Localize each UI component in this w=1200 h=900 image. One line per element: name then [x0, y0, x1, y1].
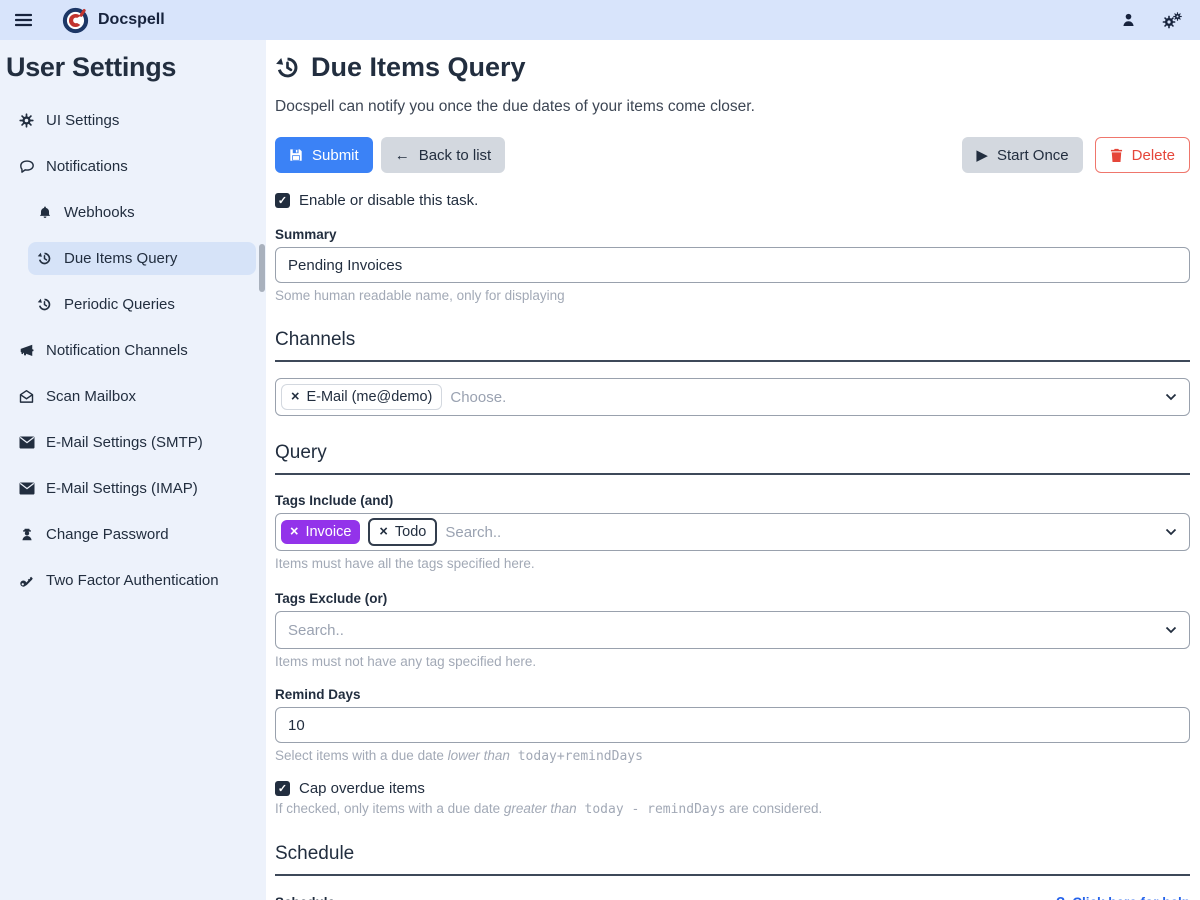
remind-days-input[interactable]	[275, 707, 1190, 743]
envelope-icon	[18, 482, 35, 495]
sidebar-item-ui-settings[interactable]: UI Settings	[10, 104, 256, 137]
tag-chip-todo: × Todo	[368, 518, 437, 547]
bell-icon	[36, 205, 53, 220]
cap-overdue-helper: If checked, only items with a due date g…	[275, 801, 1190, 817]
cap-overdue-row: ✓ Cap overdue items	[275, 780, 1190, 797]
channels-placeholder: Choose.	[450, 389, 506, 406]
tags-include-multiselect[interactable]: × Invoice × Todo Search..	[275, 513, 1190, 551]
brand[interactable]: Docspell	[62, 7, 165, 34]
sidebar-item-notification-channels[interactable]: Notification Channels	[10, 334, 256, 367]
chevron-down-icon[interactable]	[1165, 393, 1177, 401]
history-icon	[36, 251, 53, 266]
summary-group: Summary Some human readable name, only f…	[275, 227, 1190, 303]
enable-task-checkbox[interactable]: ✓	[275, 193, 290, 208]
enable-task-row: ✓ Enable or disable this task.	[275, 192, 1190, 209]
question-icon: ?	[1056, 894, 1065, 900]
sidebar-item-label: E-Mail Settings (IMAP)	[46, 480, 198, 497]
play-icon: ▶	[976, 148, 988, 163]
sidebar-item-label: Notification Channels	[46, 342, 188, 359]
cap-overdue-checkbox[interactable]: ✓	[275, 781, 290, 796]
sidebar-item-label: Periodic Queries	[64, 296, 175, 313]
trash-icon	[1110, 148, 1123, 163]
tags-include-group: Tags Include (and) × Invoice × Todo Sear…	[275, 493, 1190, 571]
main-content: Due Items Query Docspell can notify you …	[266, 40, 1200, 900]
envelope-icon	[18, 436, 35, 449]
delete-button[interactable]: Delete	[1095, 137, 1190, 173]
channels-multiselect[interactable]: × E-Mail (me@demo) Choose.	[275, 378, 1190, 416]
chevron-down-icon[interactable]	[1165, 528, 1177, 536]
tags-exclude-placeholder: Search..	[288, 622, 344, 639]
tags-include-placeholder: Search..	[445, 524, 501, 541]
sidebar-item-email-smtp[interactable]: E-Mail Settings (SMTP)	[10, 426, 256, 459]
sidebar-item-label: Change Password	[46, 526, 169, 543]
submit-button[interactable]: Submit	[275, 137, 373, 173]
gear-icon	[18, 113, 35, 128]
schedule-section-heading: Schedule	[275, 843, 1190, 876]
tags-exclude-label: Tags Exclude (or)	[275, 591, 1190, 606]
tags-exclude-multiselect[interactable]: Search..	[275, 611, 1190, 649]
history-icon	[275, 55, 300, 80]
envelope-open-icon	[18, 389, 35, 404]
sidebar-item-label: UI Settings	[46, 112, 119, 129]
sidebar-item-webhooks[interactable]: Webhooks	[28, 196, 256, 229]
key-icon	[18, 573, 35, 588]
topbar: Docspell	[0, 0, 1200, 40]
comment-icon	[18, 159, 35, 174]
remind-days-group: Remind Days Select items with a due date…	[275, 687, 1190, 764]
sidebar-item-label: Two Factor Authentication	[46, 572, 219, 589]
sidebar-item-label: Due Items Query	[64, 250, 177, 267]
sidebar-item-periodic-queries[interactable]: Periodic Queries	[28, 288, 256, 321]
user-secret-icon	[18, 527, 35, 542]
sidebar-item-label: Webhooks	[64, 204, 135, 221]
user-account-icon[interactable]	[1121, 12, 1136, 28]
page-title: Due Items Query	[275, 52, 1190, 83]
sidebar-item-scan-mailbox[interactable]: Scan Mailbox	[10, 380, 256, 413]
chevron-down-icon[interactable]	[1165, 626, 1177, 634]
tags-exclude-group: Tags Exclude (or) Search.. Items must no…	[275, 591, 1190, 669]
sidebar-item-email-imap[interactable]: E-Mail Settings (IMAP)	[10, 472, 256, 505]
schedule-label: Schedule	[275, 895, 335, 900]
remind-days-helper: Select items with a due date lower than …	[275, 748, 1190, 764]
menu-icon[interactable]	[10, 7, 36, 33]
sidebar-item-label: E-Mail Settings (SMTP)	[46, 434, 203, 451]
summary-label: Summary	[275, 227, 1190, 242]
sidebar-item-two-factor[interactable]: Two Factor Authentication	[10, 564, 256, 597]
remove-icon[interactable]: ×	[291, 390, 299, 405]
docspell-logo-icon	[62, 7, 89, 34]
cap-overdue-label: Cap overdue items	[299, 780, 425, 797]
sidebar: User Settings UI Settings Notifications …	[0, 40, 266, 900]
summary-helper: Some human readable name, only for displ…	[275, 288, 1190, 303]
sidebar-item-notifications[interactable]: Notifications	[10, 150, 256, 183]
tags-include-helper: Items must have all the tags specified h…	[275, 556, 1190, 571]
channels-section-heading: Channels	[275, 329, 1190, 362]
sidebar-item-due-items-query[interactable]: Due Items Query	[28, 242, 256, 275]
sidebar-item-label: Notifications	[46, 158, 128, 175]
schedule-help-link[interactable]: ? Click here for help	[1056, 894, 1190, 900]
brand-name: Docspell	[98, 11, 165, 29]
history-icon	[36, 297, 53, 312]
check-icon: ✓	[278, 194, 287, 207]
sidebar-title: User Settings	[0, 46, 266, 83]
remove-icon[interactable]: ×	[290, 525, 298, 540]
remind-days-label: Remind Days	[275, 687, 1190, 702]
arrow-left-icon: ←	[395, 148, 410, 163]
tag-chip-invoice: × Invoice	[281, 520, 360, 545]
remove-icon[interactable]: ×	[379, 525, 387, 540]
tags-exclude-helper: Items must not have any tag specified he…	[275, 654, 1190, 669]
enable-task-label: Enable or disable this task.	[299, 192, 478, 209]
save-icon	[289, 148, 303, 162]
query-section-heading: Query	[275, 442, 1190, 475]
summary-input[interactable]	[275, 247, 1190, 283]
tags-include-label: Tags Include (and)	[275, 493, 1190, 508]
back-to-list-button[interactable]: ← Back to list	[381, 137, 506, 173]
task-description: Docspell can notify you once the due dat…	[275, 98, 1190, 116]
sidebar-scrollbar-thumb[interactable]	[259, 244, 265, 292]
sidebar-item-change-password[interactable]: Change Password	[10, 518, 256, 551]
sidebar-item-label: Scan Mailbox	[46, 388, 136, 405]
start-once-button[interactable]: ▶ Start Once	[962, 137, 1082, 173]
settings-cogs-icon[interactable]	[1162, 12, 1182, 29]
channel-chip: × E-Mail (me@demo)	[281, 384, 442, 411]
bullhorn-icon	[18, 343, 35, 358]
check-icon: ✓	[278, 782, 287, 795]
